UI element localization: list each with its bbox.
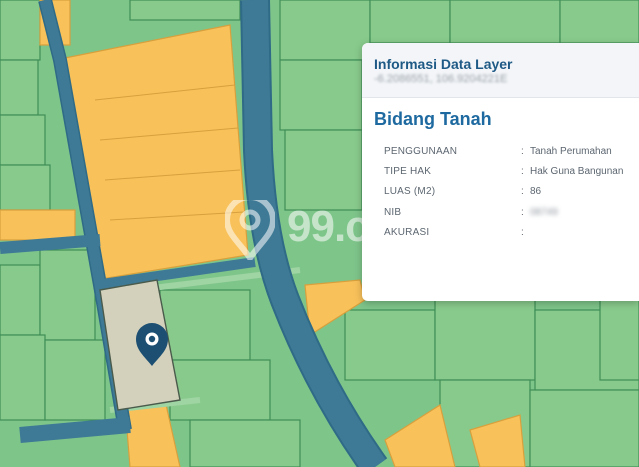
row-luas: LUAS (M2) : 86 [384,186,634,202]
info-panel: Informasi Data Layer -6.2086551, 106.920… [362,43,639,301]
row-key: NIB [384,207,402,218]
coordinates: -6.2086551, 106.9204221E [374,73,508,85]
row-value: 08749 [530,207,558,218]
row-value: Tanah Perumahan [530,146,612,157]
row-key: PENGGUNAAN [384,146,458,157]
row-nib: NIB : 08749 [384,207,634,223]
watermark-text: 99.c [287,202,370,251]
row-key: LUAS (M2) [384,186,436,197]
row-tipe-hak: TIPE HAK : Hak Guna Bangunan [384,166,634,182]
row-key: TIPE HAK [384,166,432,177]
row-value: 86 [530,186,542,197]
row-sep: : [521,166,524,177]
row-penggunaan: PENGGUNAAN : Tanah Perumahan [384,146,634,162]
row-key: AKURASI [384,227,430,238]
panel-title: Informasi Data Layer [374,56,513,72]
row-akurasi: AKURASI : [384,227,634,243]
row-sep: : [521,146,524,157]
row-sep: : [521,227,524,238]
watermark-logo-icon [225,200,275,260]
row-sep: : [521,186,524,197]
row-value: Hak Guna Bangunan [530,166,624,177]
row-sep: : [521,207,524,218]
panel-heading: Bidang Tanah [374,109,492,129]
